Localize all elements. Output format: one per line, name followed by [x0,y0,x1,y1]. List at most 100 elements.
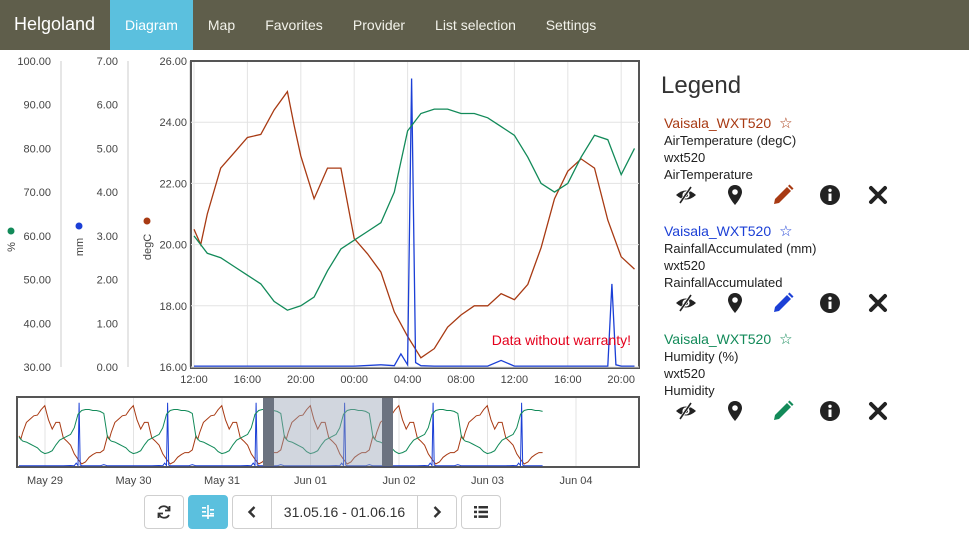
x-tick-label: 20:00 [607,374,635,386]
humidity-axis-tick: 70.00 [23,187,51,199]
overview-selection[interactable] [268,398,388,466]
overview-tick-label: May 30 [115,475,151,487]
legend-phenomenon: RainfallAccumulated (mm) [664,241,817,256]
list-view-button[interactable] [461,495,501,529]
nav-settings[interactable]: Settings [531,0,611,50]
date-range-button[interactable]: 31.05.16 - 01.06.16 [271,495,418,529]
rainfall-axis-tick: 7.00 [97,56,118,68]
overview-tick-label: Jun 04 [559,475,592,487]
legend-entry-header: Vaisala_WXT520 ☆ [664,222,954,240]
remove-icon[interactable] [865,291,891,315]
x-tick-label: 12:00 [180,374,208,386]
y-axis-humidity: 100.00 90.00 80.00 70.00 60.00 50.00 40.00 30.0… [6,56,62,374]
favorite-star-icon[interactable]: ☆ [779,330,792,348]
edit-color-icon[interactable] [770,399,796,423]
visibility-toggle-icon[interactable] [673,291,699,315]
axis-toggle-button[interactable] [188,495,228,529]
favorite-star-icon[interactable]: ☆ [779,114,792,132]
humidity-axis-tick: 90.00 [23,100,51,112]
x-tick-label: 16:00 [234,374,262,386]
remove-icon[interactable] [865,399,891,423]
legend-procedure: wxt520 [664,150,706,165]
humidity-axis-tick: 30.00 [23,362,51,374]
humidity-axis-unit: % [6,242,18,252]
legend-procedure: wxt520 [664,366,706,381]
map-marker-icon[interactable] [722,399,748,423]
x-tick-label: 16:00 [554,374,582,386]
legend-actions [664,183,904,207]
temperature-axis-tick: 26.00 [159,56,187,68]
remove-icon[interactable] [865,183,891,207]
chevron-right-icon [433,506,442,518]
overview-tick-label: May 29 [27,475,63,487]
legend-procedure: wxt520 [664,258,706,273]
x-tick-label: 12:00 [501,374,529,386]
list-icon [474,506,488,518]
legend-entry-header: Vaisala_WXT520 ☆ [664,330,954,348]
temperature-axis-tick: 18.00 [159,301,187,313]
info-icon[interactable] [817,399,843,423]
map-marker-icon[interactable] [722,291,748,315]
rainfall-axis-tick: 4.00 [97,187,118,199]
humidity-axis-tick: 80.00 [23,143,51,155]
x-tick-label: 08:00 [447,374,475,386]
legend-actions [664,291,904,315]
visibility-toggle-icon[interactable] [673,183,699,207]
rainfall-axis-tick: 2.00 [97,275,118,287]
overview-tick-label: Jun 03 [471,475,504,487]
overview-tick-label: Jun 01 [294,475,327,487]
temperature-axis-unit: degC [142,234,154,260]
rainfall-axis-tick: 5.00 [97,143,118,155]
nav-favorites[interactable]: Favorites [250,0,338,50]
info-icon[interactable] [817,183,843,207]
overview-handle-left[interactable] [263,398,274,466]
app-brand[interactable]: Helgoland [14,14,95,35]
legend-station-name[interactable]: Vaisala_WXT520 [664,331,771,347]
overview-handle-right[interactable] [382,398,393,466]
next-period-button[interactable] [417,495,457,529]
rainfall-axis-dot [75,222,83,230]
legend-station-name[interactable]: Vaisala_WXT520 [664,115,771,131]
x-tick-label: 20:00 [287,374,315,386]
legend-actions [664,399,904,423]
info-icon[interactable] [817,291,843,315]
legend-feature: AirTemperature [664,167,753,182]
refresh-icon [157,505,171,519]
temperature-axis-dot [143,217,151,225]
humidity-axis-tick: 100.00 [17,56,51,68]
legend-phenomenon: AirTemperature (degC) [664,133,797,148]
nav-list-selection[interactable]: List selection [420,0,531,50]
chevron-left-icon [247,506,256,518]
rainfall-axis-tick: 0.00 [97,362,118,374]
temperature-axis-tick: 22.00 [159,178,187,190]
legend-entry: Vaisala_WXT520 ☆ Humidity (%) wxt520 Humidit… [664,330,954,430]
legend-phenomenon: Humidity (%) [664,349,739,364]
timeseries-chart[interactable]: 100.00 90.00 80.00 70.00 60.00 50.00 40.00 30.0… [0,50,650,490]
legend-feature: Humidity [664,383,715,398]
rainfall-axis-tick: 1.00 [97,318,118,330]
x-tick-label: 00:00 [340,374,368,386]
nav-diagram[interactable]: Diagram [110,0,193,50]
favorite-star-icon[interactable]: ☆ [779,222,792,240]
temperature-axis-tick: 16.00 [159,362,187,374]
x-tick-label: 04:00 [394,374,422,386]
refresh-button[interactable] [144,495,184,529]
map-marker-icon[interactable] [722,183,748,207]
previous-period-button[interactable] [232,495,272,529]
legend-entry: Vaisala_WXT520 ☆ RainfallAccumulated (mm) w… [664,222,954,322]
legend-entry: Vaisala_WXT520 ☆ AirTemperature (degC) wxt5… [664,114,954,214]
humidity-axis-tick: 40.00 [23,318,51,330]
humidity-axis-dot [7,227,15,235]
nav-provider[interactable]: Provider [338,0,420,50]
nav-map[interactable]: Map [193,0,250,50]
temperature-axis-tick: 20.00 [159,240,187,252]
overview-tick-label: Jun 02 [382,475,415,487]
legend-station-name[interactable]: Vaisala_WXT520 [664,223,771,239]
edit-color-icon[interactable] [770,291,796,315]
warranty-notice: Data without warranty! [492,332,631,348]
rainfall-axis-tick: 3.00 [97,231,118,243]
edit-color-icon[interactable] [770,183,796,207]
overview-tick-label: May 31 [204,475,240,487]
axis-split-icon [202,505,214,519]
visibility-toggle-icon[interactable] [673,399,699,423]
